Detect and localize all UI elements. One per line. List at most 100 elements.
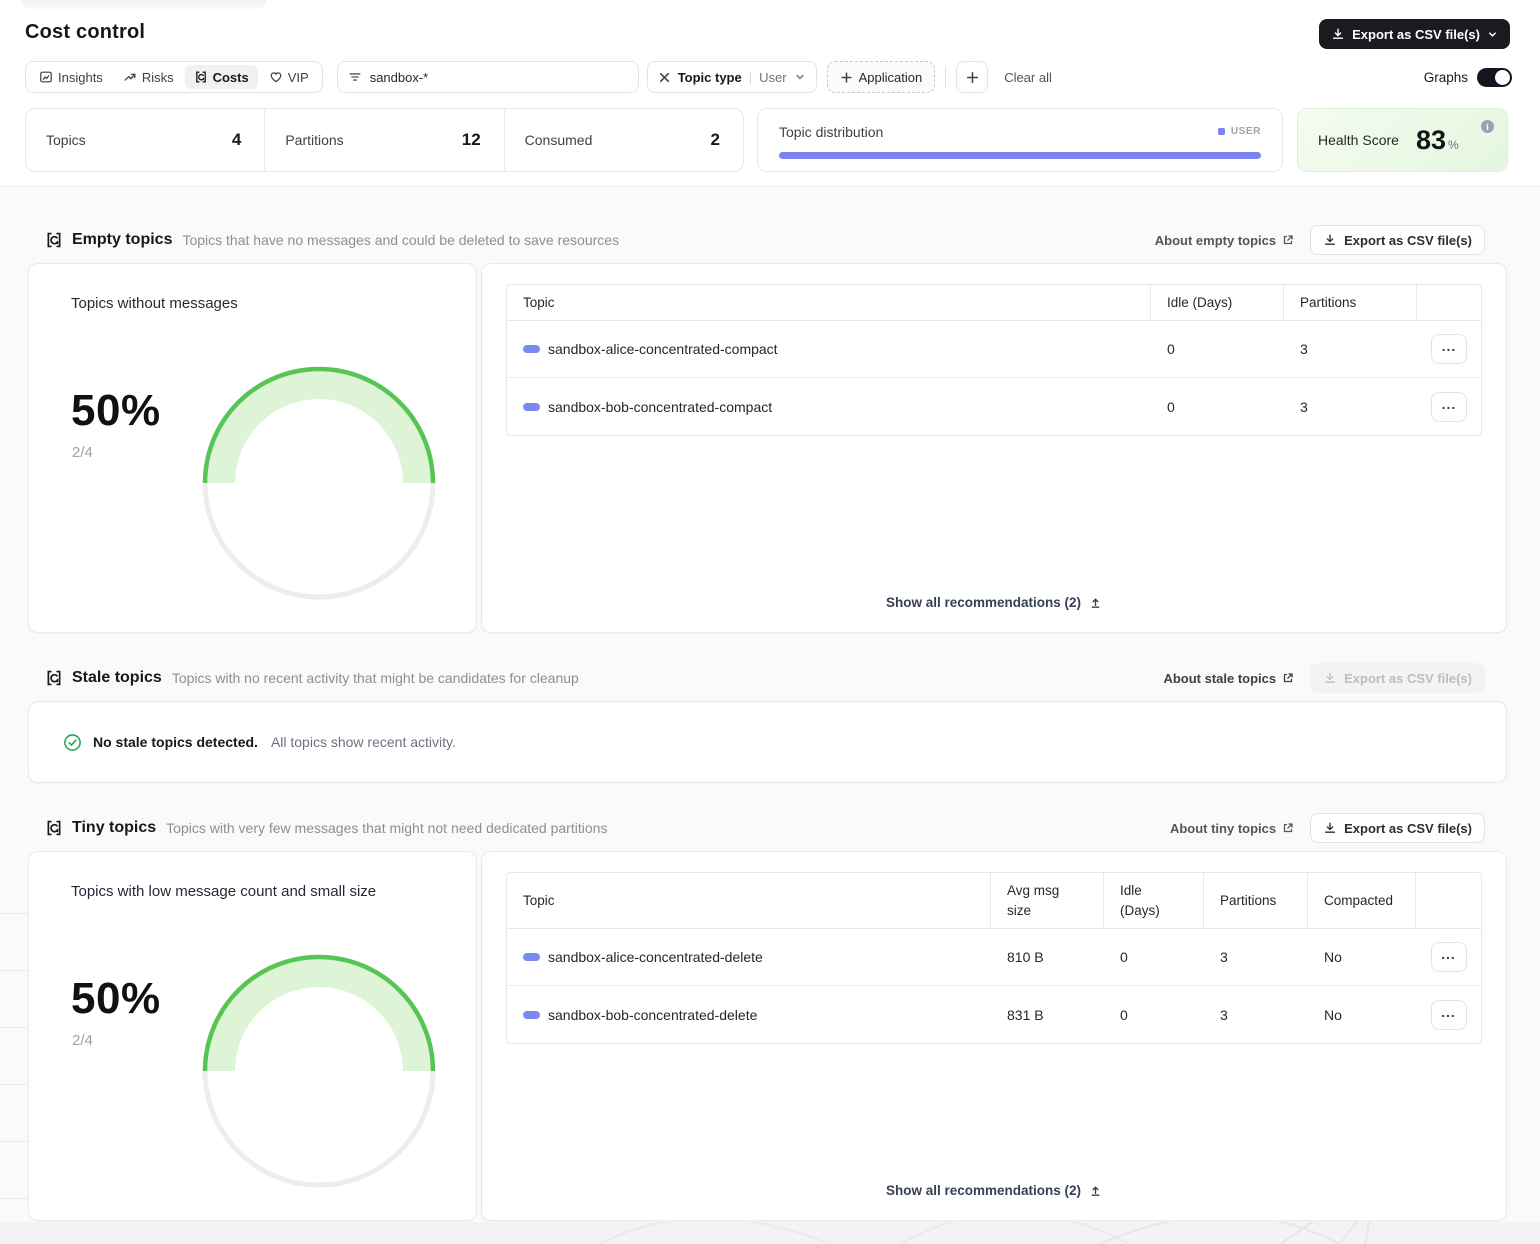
table-row[interactable]: sandbox-alice-concentrated-compact 0 3 .… bbox=[507, 321, 1481, 378]
stat-topics-label: Topics bbox=[46, 132, 86, 148]
topic-distribution-card: Topic distribution USER bbox=[757, 108, 1283, 172]
background-row-line bbox=[0, 1084, 27, 1085]
tiny-topics-actions: About tiny topics Export as CSV file(s) bbox=[1170, 813, 1485, 843]
show-all-recommendations-link[interactable]: Show all recommendations (2) bbox=[482, 1183, 1506, 1198]
background-row-line bbox=[0, 1198, 27, 1199]
trend-up-icon bbox=[123, 70, 137, 84]
chart-title: Topics without messages bbox=[71, 295, 238, 312]
heart-icon bbox=[269, 70, 283, 84]
distribution-legend: USER bbox=[1218, 126, 1261, 137]
avg-msg-size-value: 831 B bbox=[991, 986, 1104, 1043]
tab-costs[interactable]: Costs bbox=[185, 65, 258, 89]
empty-topics-export-button[interactable]: Export as CSV file(s) bbox=[1310, 225, 1485, 255]
column-header-compacted: Compacted bbox=[1308, 873, 1416, 928]
health-score-label: Health Score bbox=[1318, 132, 1399, 148]
about-empty-topics-label: About empty topics bbox=[1155, 233, 1276, 248]
show-all-label: Show all recommendations (2) bbox=[886, 595, 1081, 610]
row-actions-button[interactable]: ... bbox=[1431, 392, 1467, 422]
half-donut-chart bbox=[199, 363, 439, 603]
plus-icon bbox=[840, 71, 853, 84]
topic-name[interactable]: sandbox-bob-concentrated-compact bbox=[548, 399, 772, 415]
topic-type-filter-chip[interactable]: Topic type | User bbox=[647, 61, 817, 93]
about-empty-topics-link[interactable]: About empty topics bbox=[1155, 233, 1294, 248]
health-score-value-group: 83 % bbox=[1416, 125, 1459, 156]
chart-fraction: 2/4 bbox=[72, 444, 93, 461]
tab-vip[interactable]: VIP bbox=[260, 65, 318, 89]
external-link-icon bbox=[1282, 672, 1294, 684]
about-stale-topics-label: About stale topics bbox=[1163, 671, 1276, 686]
stat-consumed-label: Consumed bbox=[525, 132, 593, 148]
tab-risks[interactable]: Risks bbox=[114, 65, 183, 89]
topic-icon bbox=[523, 953, 540, 961]
half-donut-chart bbox=[199, 951, 439, 1191]
health-score-value: 83 bbox=[1416, 125, 1446, 156]
tiny-topics-export-button[interactable]: Export as CSV file(s) bbox=[1310, 813, 1485, 843]
search-input[interactable] bbox=[370, 70, 628, 85]
insights-icon bbox=[39, 70, 53, 84]
add-application-filter-button[interactable]: Application bbox=[827, 61, 936, 93]
bottom-background bbox=[0, 1222, 1540, 1244]
table-row[interactable]: sandbox-bob-concentrated-delete 831 B 0 … bbox=[507, 986, 1481, 1043]
topic-cycle-icon bbox=[45, 669, 63, 687]
column-header-idle: Idle (Days) bbox=[1151, 285, 1284, 320]
tiny-topics-title: Tiny topics bbox=[72, 819, 156, 837]
topic-icon bbox=[523, 1011, 540, 1019]
external-link-icon bbox=[1282, 822, 1294, 834]
add-filter-button[interactable] bbox=[956, 61, 988, 93]
table-row[interactable]: sandbox-bob-concentrated-compact 0 3 ... bbox=[507, 378, 1481, 435]
stale-topics-title: Stale topics bbox=[72, 669, 162, 687]
legend-swatch bbox=[1218, 128, 1225, 135]
partitions-value: 3 bbox=[1284, 378, 1417, 435]
tab-insights[interactable]: Insights bbox=[30, 65, 112, 89]
view-tabs: Insights Risks Costs bbox=[25, 61, 323, 93]
table-row[interactable]: sandbox-alice-concentrated-delete 810 B … bbox=[507, 929, 1481, 986]
column-header-actions bbox=[1417, 285, 1481, 320]
divider bbox=[945, 66, 946, 88]
graphs-toggle[interactable] bbox=[1477, 68, 1512, 87]
about-tiny-topics-label: About tiny topics bbox=[1170, 821, 1276, 836]
row-actions-button[interactable]: ... bbox=[1431, 334, 1467, 364]
expand-up-icon bbox=[1089, 1184, 1102, 1197]
stat-topics: Topics 4 bbox=[26, 109, 265, 171]
topic-name[interactable]: sandbox-alice-concentrated-delete bbox=[548, 949, 763, 965]
topic-icon bbox=[523, 345, 540, 353]
clear-all-link[interactable]: Clear all bbox=[1004, 70, 1052, 85]
info-icon[interactable]: i bbox=[1481, 120, 1494, 133]
filter-bar: Insights Risks Costs bbox=[25, 61, 1512, 93]
about-stale-topics-link[interactable]: About stale topics bbox=[1163, 671, 1294, 686]
tiny-topics-export-label: Export as CSV file(s) bbox=[1344, 821, 1472, 836]
stale-topics-header: Stale topics Topics with no recent activ… bbox=[45, 663, 1485, 693]
show-all-recommendations-link[interactable]: Show all recommendations (2) bbox=[482, 595, 1506, 610]
download-icon bbox=[1323, 233, 1337, 247]
idle-days-value: 0 bbox=[1151, 321, 1284, 377]
download-icon bbox=[1323, 671, 1337, 685]
stale-topics-export-button[interactable]: Export as CSV file(s) bbox=[1310, 663, 1485, 693]
topic-cycle-icon bbox=[45, 819, 63, 837]
avg-msg-size-value: 810 B bbox=[991, 929, 1104, 985]
empty-topics-actions: About empty topics Export as CSV file(s) bbox=[1155, 225, 1485, 255]
row-actions-button[interactable]: ... bbox=[1431, 1000, 1467, 1030]
page-title: Cost control bbox=[25, 21, 145, 44]
toggle-knob bbox=[1495, 70, 1510, 85]
topic-search-field[interactable] bbox=[337, 61, 639, 93]
export-csv-label: Export as CSV file(s) bbox=[1352, 27, 1480, 42]
partitions-value: 3 bbox=[1204, 986, 1308, 1043]
tiny-topics-chart-card: Topics with low message count and small … bbox=[28, 851, 477, 1221]
compacted-value: No bbox=[1308, 986, 1416, 1043]
column-header-actions bbox=[1416, 873, 1481, 928]
graphs-label: Graphs bbox=[1424, 70, 1468, 85]
empty-topics-title: Empty topics bbox=[72, 231, 172, 249]
idle-days-value: 0 bbox=[1104, 986, 1204, 1043]
export-csv-button[interactable]: Export as CSV file(s) bbox=[1319, 19, 1510, 49]
close-icon[interactable] bbox=[658, 71, 671, 84]
expand-up-icon bbox=[1089, 596, 1102, 609]
topic-name[interactable]: sandbox-alice-concentrated-compact bbox=[548, 341, 778, 357]
application-label: Application bbox=[859, 70, 923, 85]
about-tiny-topics-link[interactable]: About tiny topics bbox=[1170, 821, 1294, 836]
column-header-partitions: Partitions bbox=[1204, 873, 1308, 928]
background-row-line bbox=[0, 1141, 27, 1142]
stale-message-bold: No stale topics detected. bbox=[93, 734, 258, 750]
stat-partitions-value: 12 bbox=[462, 130, 481, 150]
row-actions-button[interactable]: ... bbox=[1431, 942, 1467, 972]
topic-name[interactable]: sandbox-bob-concentrated-delete bbox=[548, 1007, 757, 1023]
